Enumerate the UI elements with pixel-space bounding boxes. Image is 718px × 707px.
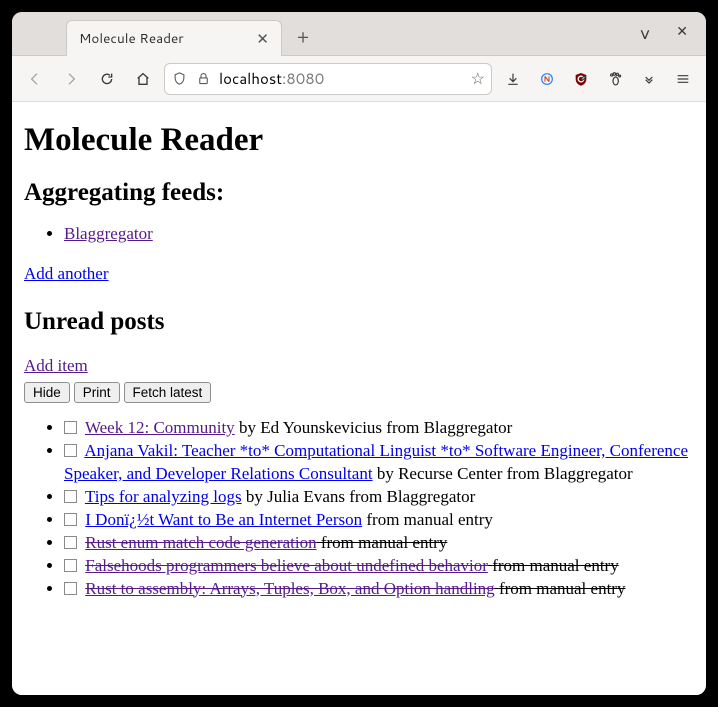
window-close-icon[interactable]: ✕ bbox=[676, 21, 688, 47]
url-bar[interactable]: localhost:8080 ☆ bbox=[164, 63, 492, 95]
post-meta: from manual entry bbox=[321, 533, 448, 552]
post-link[interactable]: Rust enum match code generation bbox=[85, 533, 316, 552]
window-controls: ˅ ✕ bbox=[640, 21, 698, 55]
post-checkbox[interactable] bbox=[64, 559, 77, 572]
titlebar: Molecule Reader ✕ + ˅ ✕ bbox=[12, 12, 706, 56]
post-item: I Donï¿½t Want to Be an Internet Person … bbox=[64, 509, 694, 532]
page-title: Molecule Reader bbox=[24, 122, 694, 159]
post-link[interactable]: I Donï¿½t Want to Be an Internet Person bbox=[85, 510, 362, 529]
extension-ublock-icon[interactable] bbox=[566, 64, 596, 94]
post-item: Falsehoods programmers believe about und… bbox=[64, 555, 694, 578]
overflow-button[interactable] bbox=[634, 64, 664, 94]
url-text: localhost:8080 bbox=[219, 68, 463, 89]
gnome-footprint-icon[interactable] bbox=[600, 64, 630, 94]
post-text: Tips for analyzing logs by Julia Evans f… bbox=[85, 487, 475, 506]
feed-item: Blaggregator bbox=[64, 223, 694, 246]
post-link[interactable]: Falsehoods programmers believe about und… bbox=[85, 556, 488, 575]
feeds-list: Blaggregator bbox=[24, 223, 694, 246]
post-checkbox[interactable] bbox=[64, 444, 77, 457]
new-tab-button[interactable]: + bbox=[288, 23, 318, 55]
back-button[interactable] bbox=[20, 64, 50, 94]
post-link[interactable]: Rust to assembly: Arrays, Tuples, Box, a… bbox=[85, 579, 494, 598]
post-meta: from manual entry bbox=[492, 556, 619, 575]
post-checkbox[interactable] bbox=[64, 490, 77, 503]
close-tab-icon[interactable]: ✕ bbox=[252, 31, 273, 46]
menu-button[interactable] bbox=[668, 64, 698, 94]
post-text: Rust enum match code generation from man… bbox=[85, 533, 447, 552]
add-item-link[interactable]: Add item bbox=[24, 356, 88, 376]
extension-noscript-icon[interactable] bbox=[532, 64, 562, 94]
forward-button[interactable] bbox=[56, 64, 86, 94]
post-text: Rust to assembly: Arrays, Tuples, Box, a… bbox=[85, 579, 625, 598]
post-checkbox[interactable] bbox=[64, 513, 77, 526]
browser-window: Molecule Reader ✕ + ˅ ✕ bbox=[12, 12, 706, 695]
tab-title: Molecule Reader bbox=[79, 29, 252, 48]
post-meta: from manual entry bbox=[366, 510, 493, 529]
post-meta: from manual entry bbox=[499, 579, 626, 598]
post-meta: by Ed Younskevicius from Blaggregator bbox=[239, 418, 512, 437]
url-host: localhost bbox=[219, 68, 282, 89]
toolbar-right bbox=[498, 64, 698, 94]
posts-list: Week 12: Community by Ed Younskevicius f… bbox=[24, 417, 694, 601]
unread-heading: Unread posts bbox=[24, 308, 694, 336]
post-item: Tips for analyzing logs by Julia Evans f… bbox=[64, 486, 694, 509]
url-port: :8080 bbox=[282, 68, 324, 89]
post-checkbox[interactable] bbox=[64, 536, 77, 549]
post-meta: by Recurse Center from Blaggregator bbox=[377, 464, 633, 483]
post-actions: Hide Print Fetch latest bbox=[24, 382, 694, 403]
post-checkbox[interactable] bbox=[64, 582, 77, 595]
bookmark-star-icon[interactable]: ☆ bbox=[471, 67, 485, 90]
hide-button[interactable]: Hide bbox=[24, 382, 70, 403]
post-text: Anjana Vakil: Teacher *to* Computational… bbox=[64, 441, 688, 483]
toolbar: localhost:8080 ☆ bbox=[12, 56, 706, 102]
post-item: Anjana Vakil: Teacher *to* Computational… bbox=[64, 440, 694, 486]
post-text: Week 12: Community by Ed Younskevicius f… bbox=[85, 418, 512, 437]
post-link[interactable]: Tips for analyzing logs bbox=[85, 487, 242, 506]
lock-icon[interactable] bbox=[195, 71, 211, 87]
print-button[interactable]: Print bbox=[74, 382, 120, 403]
feed-link[interactable]: Blaggregator bbox=[64, 224, 153, 243]
post-text: I Donï¿½t Want to Be an Internet Person … bbox=[85, 510, 493, 529]
post-item: Rust to assembly: Arrays, Tuples, Box, a… bbox=[64, 578, 694, 601]
tracking-shield-icon[interactable] bbox=[171, 71, 187, 87]
post-text: Falsehoods programmers believe about und… bbox=[85, 556, 618, 575]
browser-tab[interactable]: Molecule Reader ✕ bbox=[66, 20, 282, 56]
page-content: Molecule Reader Aggregating feeds: Blagg… bbox=[12, 102, 706, 695]
window-minimize-icon[interactable]: ˅ bbox=[640, 21, 651, 47]
post-link[interactable]: Week 12: Community bbox=[85, 418, 235, 437]
downloads-button[interactable] bbox=[498, 64, 528, 94]
home-button[interactable] bbox=[128, 64, 158, 94]
feeds-heading: Aggregating feeds: bbox=[24, 179, 694, 207]
post-checkbox[interactable] bbox=[64, 421, 77, 434]
post-item: Week 12: Community by Ed Younskevicius f… bbox=[64, 417, 694, 440]
add-feed-link[interactable]: Add another bbox=[24, 264, 109, 284]
post-item: Rust enum match code generation from man… bbox=[64, 532, 694, 555]
fetch-latest-button[interactable]: Fetch latest bbox=[124, 382, 212, 403]
reload-button[interactable] bbox=[92, 64, 122, 94]
post-meta: by Julia Evans from Blaggregator bbox=[246, 487, 475, 506]
